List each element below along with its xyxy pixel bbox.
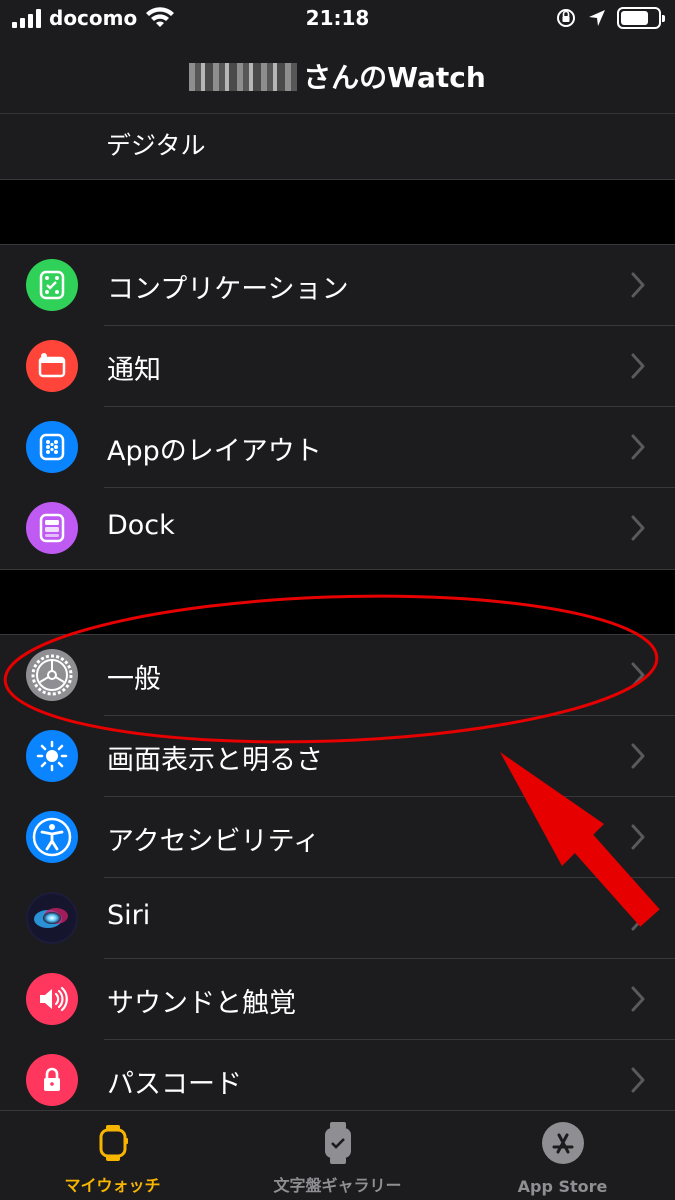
partial-row-label: デジタル [106, 131, 206, 160]
app-store-icon [541, 1121, 585, 1165]
settings-row-lock[interactable]: パスコード [0, 1040, 675, 1110]
status-right [555, 7, 665, 29]
status-bar: docomo 21:18 [0, 0, 675, 40]
settings-row-label: Siri [107, 900, 151, 931]
settings-row-dock[interactable]: Dock [0, 488, 675, 569]
chevron-right-icon [631, 434, 645, 460]
section-spacer [0, 570, 675, 634]
settings-row-label: パスコード [107, 1069, 242, 1100]
tab-label: マイウォッチ [64, 1176, 161, 1195]
settings-row-brightness[interactable]: 画面表示と明るさ [0, 716, 675, 797]
watch-face-icon [316, 1121, 360, 1165]
settings-row-complications[interactable]: コンプリケーション [0, 245, 675, 326]
settings-row-label: サウンドと触覚 [107, 988, 296, 1019]
settings-row-notifications[interactable]: 通知 [0, 326, 675, 407]
settings-row-label: アクセシビリティ [107, 826, 321, 857]
chevron-right-icon [631, 986, 645, 1012]
chevron-right-icon [631, 1067, 645, 1093]
settings-group-2: 一般画面表示と明るさ アクセシビリティ Siri サウンドと触覚 パスコード [0, 634, 675, 1110]
location-icon [589, 10, 605, 26]
tab-app-store[interactable]: App Store [450, 1111, 675, 1200]
speaker-icon [26, 973, 78, 1025]
blurred-user-name [189, 63, 298, 91]
gear-icon [26, 649, 78, 701]
settings-row-label: コンプリケーション [107, 274, 349, 305]
watch-face-style-row[interactable]: ‾ ‾ ‾ ‾ ‾ ‾ ‾ ‾ ‾ ‾ ‾ ‾ ‾ デジタル [0, 114, 675, 180]
settings-group-1: コンプリケーション 通知 Appのレイアウト Dock [0, 244, 675, 570]
tab-label: 文字盤ギャラリー [273, 1176, 402, 1195]
notifications-icon [26, 340, 78, 392]
watch-icon [91, 1121, 135, 1165]
section-spacer [0, 180, 675, 244]
chevron-right-icon [631, 743, 645, 769]
siri-icon [26, 892, 78, 944]
lock-icon [26, 1054, 78, 1106]
app-layout-icon [26, 421, 78, 473]
tab-bar: マイウォッチ 文字盤ギャラリー App Store [0, 1110, 675, 1200]
settings-row-app-layout[interactable]: Appのレイアウト [0, 407, 675, 488]
settings-row-label: 通知 [107, 355, 161, 386]
settings-row-label: Dock [107, 510, 175, 541]
chevron-right-icon [631, 824, 645, 850]
accessibility-icon [26, 811, 78, 863]
settings-row-label: Appのレイアウト [107, 436, 322, 467]
complications-icon [26, 259, 78, 311]
settings-row-label: 画面表示と明るさ [107, 745, 323, 776]
chevron-right-icon [631, 905, 645, 931]
settings-list[interactable]: ‾ ‾ ‾ ‾ ‾ ‾ ‾ ‾ ‾ ‾ ‾ ‾ ‾ デジタル コンプリケーション… [0, 114, 675, 1110]
battery-icon [617, 7, 665, 29]
chevron-right-icon [631, 353, 645, 379]
nav-bar: さんのWatch [0, 40, 675, 114]
brightness-icon [26, 730, 78, 782]
orientation-lock-icon [557, 9, 575, 27]
settings-row-speaker[interactable]: サウンドと触覚 [0, 959, 675, 1040]
tab-watch-face[interactable]: 文字盤ギャラリー [225, 1111, 450, 1200]
chevron-right-icon [631, 515, 645, 541]
settings-row-gear[interactable]: 一般 [0, 635, 675, 716]
settings-row-label: 一般 [107, 664, 161, 695]
dock-icon [26, 502, 78, 554]
nav-title-text: さんのWatch [303, 61, 486, 94]
nav-title: さんのWatch [0, 56, 675, 96]
settings-row-siri[interactable]: Siri [0, 878, 675, 959]
tab-label: App Store [517, 1177, 608, 1196]
settings-row-accessibility[interactable]: アクセシビリティ [0, 797, 675, 878]
tab-watch[interactable]: マイウォッチ [0, 1111, 225, 1200]
chevron-right-icon [631, 662, 645, 688]
chevron-right-icon [631, 272, 645, 298]
battery-fill [621, 11, 648, 25]
